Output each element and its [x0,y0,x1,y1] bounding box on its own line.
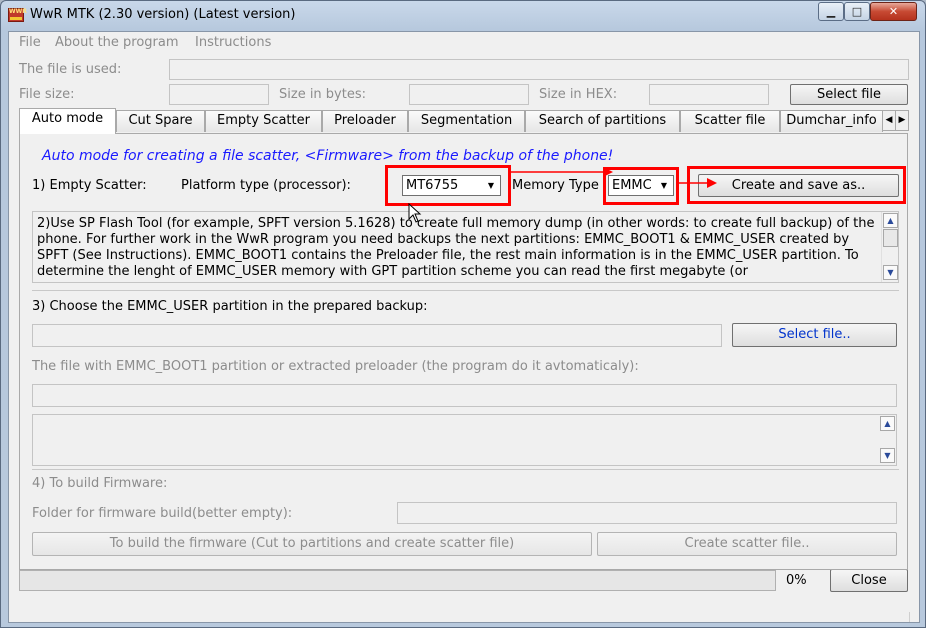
menu-about[interactable]: About the program [55,35,179,50]
auto-mode-panel: Auto mode for creating a file scatter, <… [19,133,908,570]
tab-scroll-right-icon[interactable]: ▶ [895,110,909,131]
tab-preloader[interactable]: Preloader [322,110,408,132]
menu-instructions[interactable]: Instructions [195,35,271,50]
build-firmware-button[interactable]: To build the firmware (Cut to partitions… [32,532,592,556]
wwr-app-icon: WWR [8,8,27,22]
memo-scrollbar[interactable]: ▲ ▼ [881,212,898,282]
close-button[interactable]: Close [830,569,908,592]
minimize-button[interactable]: ▁ [818,2,844,21]
progress-percent: 0% [786,573,807,588]
scroll-down-icon[interactable]: ▼ [880,448,895,463]
folder-label: Folder for firmware build(better empty): [32,506,293,521]
maximize-button[interactable]: □ [844,2,870,21]
auto-mode-heading: Auto mode for creating a file scatter, <… [42,148,614,164]
tab-search-partitions[interactable]: Search of partitions [525,110,680,132]
tab-empty-scatter[interactable]: Empty Scatter [205,110,322,132]
scroll-up-icon[interactable]: ▲ [883,213,898,228]
annotation-arrows [508,167,717,188]
select-file-button[interactable]: Select file [790,84,908,105]
tab-dumchar-info[interactable]: Dumchar_info [780,110,883,132]
tab-cut-spare[interactable]: Cut Spare [116,110,205,132]
tab-segmentation[interactable]: Segmentation [408,110,525,132]
scroll-up-icon[interactable]: ▲ [880,416,895,431]
create-scatter-button[interactable]: Create scatter file.. [597,532,897,556]
file-size-label: File size: [19,87,75,102]
boot1-label: The file with EMMC_BOOT1 partition or ex… [32,359,639,374]
separator [32,469,899,470]
step3-label: 3) Choose the EMMC_USER partition in the… [32,299,428,314]
client-area: File About the program Instructions The … [8,31,920,623]
menu-bar: File About the program Instructions [9,32,919,54]
step4-label: 4) To build Firmware: [32,476,168,491]
size-hex-label: Size in HEX: [539,87,618,102]
tab-scroll-left-icon[interactable]: ◀ [882,110,896,131]
resize-grip-icon[interactable] [909,612,919,622]
scroll-thumb[interactable] [883,229,898,247]
step2-text: 2)Use SP Flash Tool (for example, SPFT v… [37,216,875,279]
menu-file[interactable]: File [19,35,41,50]
window-title: WwR MTK (2.30 version) (Latest version) [30,7,296,22]
size-bytes-label: Size in bytes: [279,87,366,102]
file-used-label: The file is used: [19,62,122,77]
app-icon-text: WWR [9,8,27,15]
select-emmc-user-button[interactable]: Select file.. [732,323,897,347]
highlight-platform [385,165,511,206]
size-hex-field[interactable] [649,84,769,105]
folder-path-field[interactable] [397,502,897,524]
file-used-field[interactable] [169,59,909,80]
close-window-button[interactable]: ✕ [870,2,917,21]
size-bytes-field[interactable] [409,84,529,105]
separator [32,290,899,291]
app-window: WWR WwR MTK (2.30 version) (Latest versi… [0,0,926,628]
log-scrollbar[interactable]: ▲ ▼ [879,415,896,465]
instructions-memo[interactable]: 2)Use SP Flash Tool (for example, SPFT v… [32,211,899,283]
mouse-cursor-icon [408,203,422,223]
platform-type-label: Platform type (processor): [181,178,351,193]
tab-scatter-file[interactable]: Scatter file [680,110,780,132]
progress-bar [19,570,776,591]
boot1-path-field[interactable] [32,384,897,407]
scroll-down-icon[interactable]: ▼ [883,265,898,280]
tab-auto-mode[interactable]: Auto mode [19,108,116,134]
emmc-user-path-field[interactable] [32,324,722,347]
log-memo[interactable]: ▲ ▼ [32,414,897,466]
file-size-field[interactable] [169,84,269,105]
title-bar[interactable]: WWR WwR MTK (2.30 version) (Latest versi… [1,1,925,31]
step1-label: 1) Empty Scatter: [32,178,147,193]
